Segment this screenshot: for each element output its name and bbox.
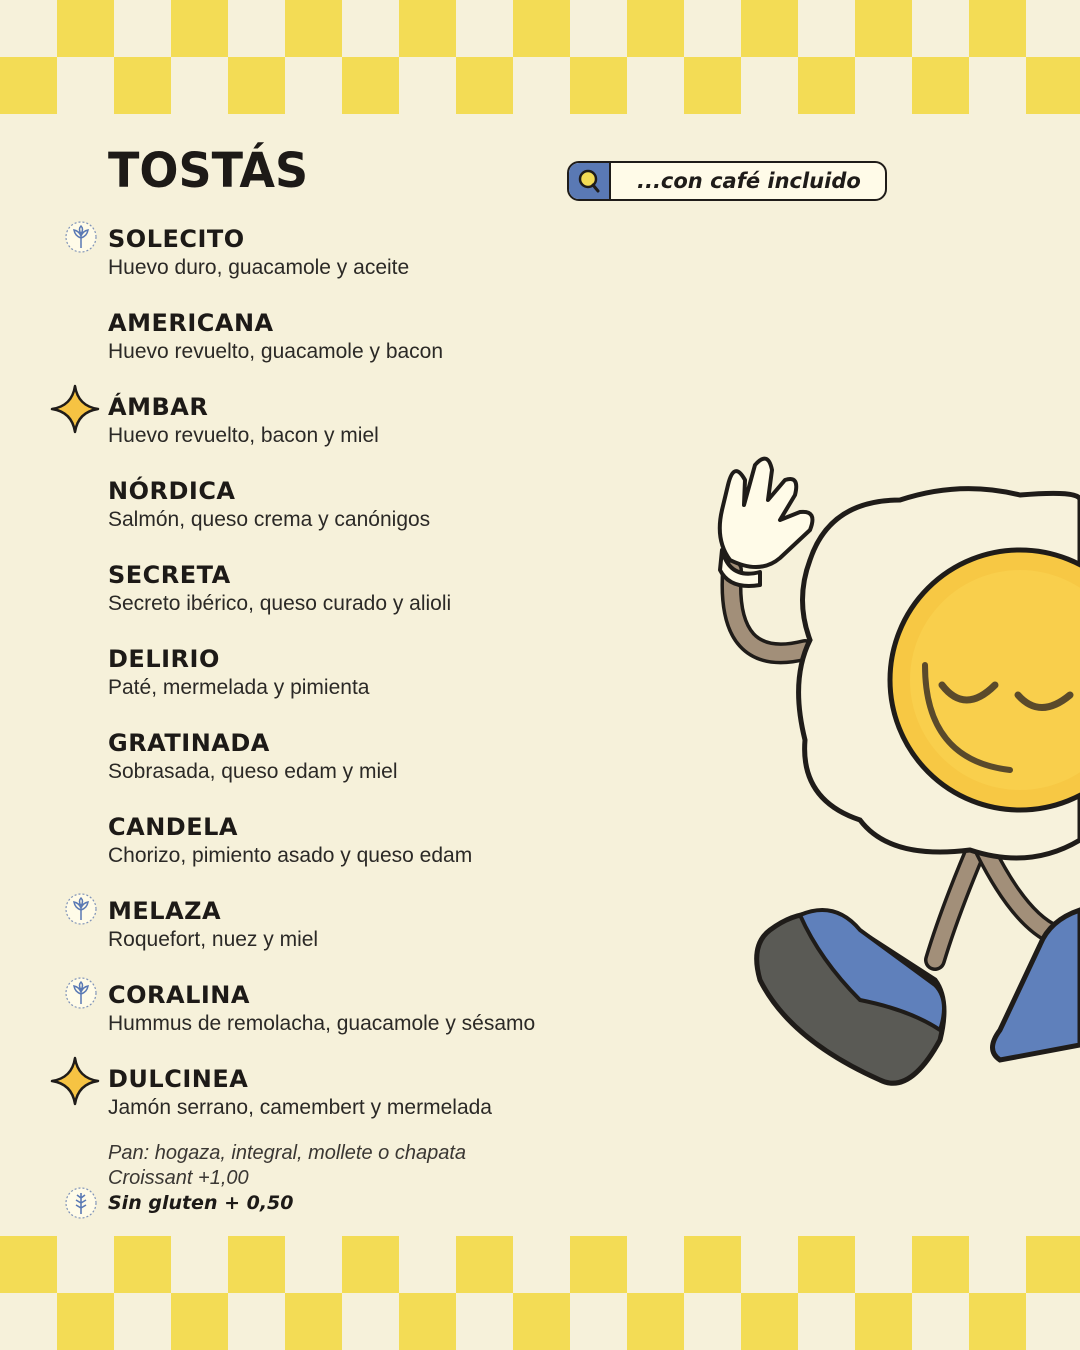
checker-cell [228,57,285,114]
checker-border-top [0,0,1080,114]
star-icon [50,1056,100,1106]
checker-cell [912,1236,969,1293]
page-title: TOSTÁS [108,141,309,199]
checker-cell [228,1236,285,1293]
checker-cell [969,1293,1026,1350]
search-text: ...con café incluido [637,169,861,193]
menu-item: AMERICANA Huevo revuelto, guacamole y bac… [108,308,668,366]
menu-item: NÓRDICA Salmón, queso crema y canónigos [108,476,668,534]
menu-item: CORALINA Hummus de remolacha, guacamole y… [108,980,668,1038]
checker-cell [684,1236,741,1293]
egg-mascot-illustration [717,456,1080,1086]
menu-item: MELAZA Roquefort, nuez y miel [108,896,668,954]
checker-cell [171,0,228,57]
checker-cell [627,0,684,57]
menu-item-name: GRATINADA [108,729,270,757]
menu-item-description: Roquefort, nuez y miel [108,928,319,951]
checker-cell [171,1293,228,1350]
menu-item: DULCINEA Jamón serrano, camembert y merme… [108,1064,668,1122]
checker-cell [285,0,342,57]
menu-item-name: DELIRIO [108,645,220,673]
checker-cell [456,57,513,114]
checker-cell [456,1236,513,1293]
vegetarian-icon [64,220,98,254]
menu-item-description: Jamón serrano, camembert y mermelada [108,1096,492,1119]
menu-item-description: Sobrasada, queso edam y miel [108,760,398,783]
checker-cell [570,57,627,114]
menu-item: SECRETA Secreto ibérico, queso curado y a… [108,560,668,618]
checker-cell [1026,57,1080,114]
menu-item-description: Huevo revuelto, guacamole y bacon [108,340,444,363]
checker-cell [912,57,969,114]
checker-cell [285,1293,342,1350]
gluten-free-icon [64,1186,98,1220]
menu-item-description: Chorizo, pimiento asado y queso edam [108,844,473,867]
menu-item: CANDELA Chorizo, pimiento asado y queso e… [108,812,668,870]
checker-cell [0,57,57,114]
gluten-free-note: Sin gluten + 0,50 [108,1192,294,1214]
menu-item: GRATINADA Sobrasada, queso edam y miel [108,728,668,786]
menu-item-description: Huevo revuelto, bacon y miel [108,424,379,447]
checker-cell [342,57,399,114]
star-icon [50,384,100,434]
checker-cell [399,1293,456,1350]
menu-item-name: CANDELA [108,813,238,841]
menu-item-name: ÁMBAR [108,393,209,421]
menu-item-name: AMERICANA [108,309,274,337]
checker-cell [1026,1236,1080,1293]
checker-cell [855,1293,912,1350]
checker-cell [513,0,570,57]
checker-cell [627,1293,684,1350]
checker-cell [57,1293,114,1350]
checker-cell [114,57,171,114]
search-bar[interactable]: ...con café incluido [567,161,887,201]
checker-cell [684,57,741,114]
menu-item: ÁMBAR Huevo revuelto, bacon y miel [108,392,668,450]
menu-item-name: MELAZA [108,897,222,925]
checker-cell [798,57,855,114]
checker-cell [741,1293,798,1350]
menu-item: SOLECITO Huevo duro, guacamole y aceite [108,224,668,282]
menu-item-description: Salmón, queso crema y canónigos [108,508,431,531]
checker-cell [855,0,912,57]
checker-cell [0,1236,57,1293]
menu-item-description: Hummus de remolacha, guacamole y sésamo [108,1012,536,1035]
bread-note: Pan: hogaza, integral, mollete o chapata [108,1142,467,1164]
menu-item: DELIRIO Paté, mermelada y pimienta [108,644,668,702]
checker-cell [798,1236,855,1293]
vegetarian-icon [64,976,98,1010]
menu-item-description: Paté, mermelada y pimienta [108,676,370,699]
checker-cell [114,1236,171,1293]
checker-border-bottom [0,1236,1080,1350]
menu-item-name: NÓRDICA [108,477,236,505]
menu-item-name: SOLECITO [108,225,245,253]
magnifier-icon [569,163,611,199]
checker-cell [399,0,456,57]
croissant-note: Croissant +1,00 [108,1167,249,1189]
menu-notes: Pan: hogaza, integral, mollete o chapata… [108,1141,466,1216]
checker-cell [570,1236,627,1293]
checker-cell [741,0,798,57]
checker-cell [513,1293,570,1350]
checker-cell [969,0,1026,57]
checker-cell [342,1236,399,1293]
menu-item-name: SECRETA [108,561,231,589]
vegetarian-icon [64,892,98,926]
menu-item-description: Huevo duro, guacamole y aceite [108,256,410,279]
menu-item-name: DULCINEA [108,1065,249,1093]
menu-item-name: CORALINA [108,981,250,1009]
checker-cell [57,0,114,57]
menu-item-description: Secreto ibérico, queso curado y alioli [108,592,452,615]
